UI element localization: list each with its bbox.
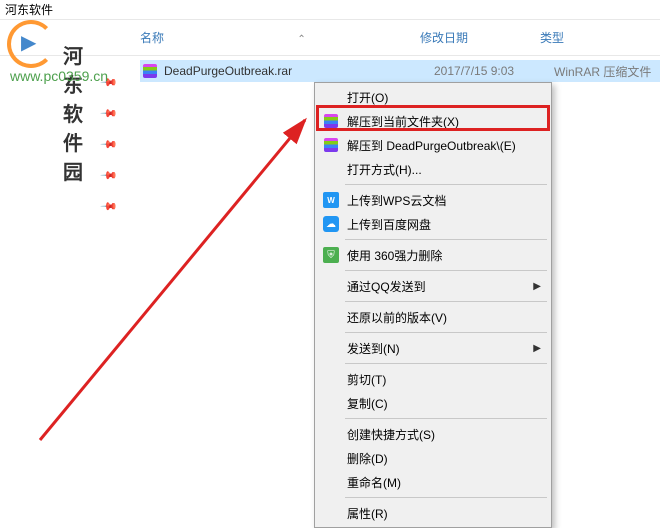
watermark: 河东软件园 www.pc0359.cn bbox=[5, 18, 55, 71]
menu-copy[interactable]: 复制(C) bbox=[317, 391, 549, 415]
context-menu: 打开(O) 解压到当前文件夹(X) 解压到 DeadPurgeOutbreak\… bbox=[314, 82, 552, 528]
menu-separator bbox=[345, 497, 547, 498]
window-titlebar: 河东软件 bbox=[0, 0, 660, 20]
pin-icon[interactable]: 📌 bbox=[100, 104, 119, 123]
watermark-url: www.pc0359.cn bbox=[10, 68, 108, 84]
pin-icon[interactable]: 📌 bbox=[100, 135, 119, 154]
header-name[interactable]: 名称 ⌃ bbox=[140, 29, 420, 46]
baidu-cloud-icon: ☁ bbox=[322, 215, 340, 233]
menu-send-to[interactable]: 发送到(N) ▶ bbox=[317, 336, 549, 360]
column-headers: 名称 ⌃ 修改日期 类型 bbox=[0, 20, 660, 56]
shield-icon: ⛨ bbox=[322, 246, 340, 264]
menu-baidu-pan[interactable]: ☁ 上传到百度网盘 bbox=[317, 212, 549, 236]
submenu-arrow-icon: ▶ bbox=[533, 281, 541, 292]
menu-extract-here[interactable]: 解压到当前文件夹(X) bbox=[317, 109, 549, 133]
watermark-logo-icon bbox=[5, 18, 55, 68]
menu-cut[interactable]: 剪切(T) bbox=[317, 367, 549, 391]
menu-rename[interactable]: 重命名(M) bbox=[317, 470, 549, 494]
menu-360-delete[interactable]: ⛨ 使用 360强力删除 bbox=[317, 243, 549, 267]
menu-delete[interactable]: 删除(D) bbox=[317, 446, 549, 470]
menu-create-shortcut[interactable]: 创建快捷方式(S) bbox=[317, 422, 549, 446]
menu-separator bbox=[345, 301, 547, 302]
menu-open-with[interactable]: 打开方式(H)... bbox=[317, 157, 549, 181]
file-type: WinRAR 压缩文件 bbox=[554, 63, 651, 80]
rar-file-icon bbox=[142, 63, 158, 79]
file-row[interactable]: DeadPurgeOutbreak.rar 2017/7/15 9:03 Win… bbox=[140, 60, 660, 82]
file-date: 2017/7/15 9:03 bbox=[434, 64, 554, 78]
menu-separator bbox=[345, 184, 547, 185]
menu-separator bbox=[345, 332, 547, 333]
menu-separator bbox=[345, 270, 547, 271]
menu-restore-version[interactable]: 还原以前的版本(V) bbox=[317, 305, 549, 329]
window-title: 河东软件 bbox=[5, 1, 53, 18]
menu-qq-send[interactable]: 通过QQ发送到 ▶ bbox=[317, 274, 549, 298]
menu-separator bbox=[345, 363, 547, 364]
wps-icon: W bbox=[322, 191, 340, 209]
watermark-text: 河东软件园 bbox=[63, 40, 83, 185]
sort-caret-icon: ⌃ bbox=[297, 34, 305, 45]
header-date[interactable]: 修改日期 bbox=[420, 29, 540, 46]
file-name: DeadPurgeOutbreak.rar bbox=[164, 64, 434, 78]
header-type[interactable]: 类型 bbox=[540, 29, 660, 46]
menu-extract-to[interactable]: 解压到 DeadPurgeOutbreak\(E) bbox=[317, 133, 549, 157]
rar-icon bbox=[322, 136, 340, 154]
menu-separator bbox=[345, 239, 547, 240]
menu-properties[interactable]: 属性(R) bbox=[317, 501, 549, 525]
menu-open[interactable]: 打开(O) bbox=[317, 85, 549, 109]
submenu-arrow-icon: ▶ bbox=[533, 343, 541, 354]
menu-wps-cloud[interactable]: W 上传到WPS云文档 bbox=[317, 188, 549, 212]
menu-separator bbox=[345, 418, 547, 419]
pin-icon[interactable]: 📌 bbox=[100, 197, 119, 216]
pin-icon[interactable]: 📌 bbox=[100, 166, 119, 185]
rar-icon bbox=[322, 112, 340, 130]
